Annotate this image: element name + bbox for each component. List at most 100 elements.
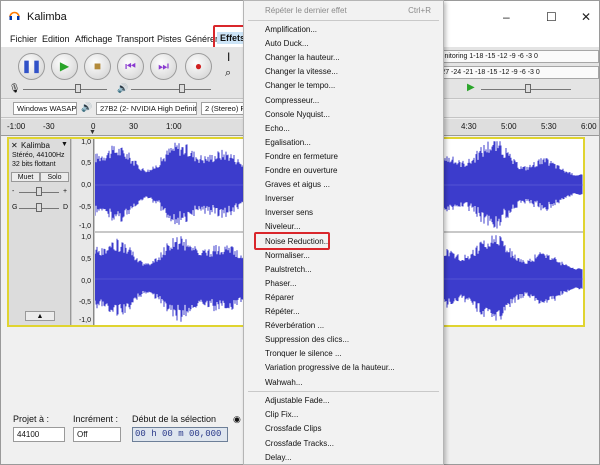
menu-item-normaliser[interactable]: Normaliser... [244,249,443,263]
ruler-label: -30 [43,122,55,131]
pan-left-label: G [12,204,18,211]
menu-item-changer-la-hauteur[interactable]: Changer la hauteur... [244,51,443,65]
menu-affichage[interactable]: Affichage [75,34,112,44]
effects-dropdown-menu: Répéter le dernier effet Ctrl+R Amplific… [243,0,444,465]
menu-item-compresseur[interactable]: Compresseur... [244,94,443,108]
gain-slider[interactable] [36,187,42,196]
ruler-label: 4:30 [461,122,477,131]
menu-repeat-last-label: Répéter le dernier effet [265,6,347,15]
menu-item-fondre-en-ouverture[interactable]: Fondre en ouverture [244,164,443,178]
playhead-marker-icon[interactable]: ▼ [89,129,96,136]
menu-item-phaser[interactable]: Phaser... [244,277,443,291]
y-tick: 1,0 [81,139,91,146]
menu-item-inverser[interactable]: Inverser [244,192,443,206]
selection-start-label: Début de la sélection [132,414,217,424]
microphone-icon: 🎙 [9,83,21,93]
menu-item-delay[interactable]: Delay... [244,451,443,465]
menu-separator [248,391,439,392]
playback-meter[interactable]: -27 -24 -21 -18 -15 -12 -9 -6 -3 0 [436,66,599,79]
gain-plus-icon: + [63,188,68,195]
channels-select[interactable]: 2 (Stereo) Re [201,102,245,115]
maximize-button[interactable]: ☐ [546,10,557,24]
menu-item-echo[interactable]: Echo... [244,122,443,136]
menu-item-amplification[interactable]: Amplification... [244,23,443,37]
audacity-logo-icon [9,11,20,20]
menu-edition[interactable]: Edition [42,34,70,44]
menu-item-reparer[interactable]: Réparer [244,291,443,305]
play-button[interactable]: ▶ [51,53,78,80]
speaker-icon: 🔊 [117,83,129,93]
menu-item-clip-fix[interactable]: Clip Fix... [244,408,443,422]
pan-right-label: D [63,204,69,211]
ruler-label: 5:30 [541,122,557,131]
noise-reduction-highlight-box [254,232,330,250]
mute-button[interactable]: Muet [11,172,40,182]
selection-radio-icon[interactable]: ◉ [233,414,241,425]
menu-item-suppression-des-clics[interactable]: Suppression des clics... [244,333,443,347]
collapse-track-icon[interactable]: ▲ [25,311,55,321]
menu-item-tronquer-le-silence[interactable]: Tronquer le silence ... [244,347,443,361]
menu-separator [248,20,439,21]
menu-item-graves-et-aigus[interactable]: Graves et aigus ... [244,178,443,192]
selection-tool-icon[interactable]: I [227,50,230,64]
track-name[interactable]: Kalimba [21,141,50,150]
y-tick: 0,0 [81,278,91,285]
menu-pistes[interactable]: Pistes [157,34,182,44]
play-volume-slider[interactable] [179,84,185,93]
menu-fichier[interactable]: Fichier [10,34,37,44]
menu-item-variation-progressive-de-la-hauteur[interactable]: Variation progressive de la hauteur... [244,361,443,375]
menu-item-inverser-sens[interactable]: Inverser sens [244,206,443,220]
menu-item-fondre-en-fermeture[interactable]: Fondre en fermeture [244,150,443,164]
selection-start-time[interactable]: 00 h 00 m 00,000 s [132,427,228,442]
pause-button[interactable]: ❚❚ [18,53,45,80]
project-rate-label: Projet à : [13,414,50,424]
record-meter[interactable]: lonitoring 1-18 -15 -12 -9 -6 -3 0 [436,50,599,63]
output-device-select[interactable]: 27B2 (2- NVIDIA High Definiti [96,102,197,115]
audio-host-select[interactable]: Windows WASAPI [13,102,77,115]
skip-end-button[interactable]: ⏭ [150,53,177,80]
menu-item-adjustable-fade[interactable]: Adjustable Fade... [244,394,443,408]
skip-start-icon: ⏮ [125,59,136,73]
ruler-label: 1:00 [166,122,182,131]
menu-item-egalisation[interactable]: Egalisation... [244,136,443,150]
menu-item-changer-la-vitesse[interactable]: Changer la vitesse... [244,65,443,79]
menu-item-console-nyquist[interactable]: Console Nyquist... [244,108,443,122]
menu-item-reverberation[interactable]: Réverbération ... [244,319,443,333]
menu-item-changer-le-tempo[interactable]: Changer le tempo... [244,79,443,93]
stop-icon: ■ [93,59,102,73]
snap-select[interactable]: Off [73,427,121,442]
close-button[interactable]: ✕ [581,10,591,24]
ruler-label: 30 [129,122,138,131]
minimize-button[interactable]: – [503,10,510,24]
y-tick: 1,0 [81,234,91,241]
record-volume-slider[interactable] [75,84,81,93]
menu-item-crossfade-clips[interactable]: Crossfade Clips [244,422,443,436]
record-volume-track [23,89,107,90]
skip-start-button[interactable]: ⏮ [117,53,144,80]
record-icon: ● [194,59,203,73]
menu-item-repeter[interactable]: Répéter... [244,305,443,319]
zoom-tool-icon[interactable]: ⌕ [225,67,231,80]
menu-item-paulstretch[interactable]: Paulstretch... [244,263,443,277]
pan-slider[interactable] [36,203,42,212]
record-button[interactable]: ● [185,53,212,80]
play-speed-slider[interactable] [525,84,531,93]
menu-item-auto-duck[interactable]: Auto Duck... [244,37,443,51]
ruler-label: 6:00 [581,122,597,131]
play-at-speed-icon[interactable]: ▶ [467,82,475,93]
menu-item-wahwah[interactable]: Wahwah... [244,376,443,390]
effets-highlight-box [213,25,247,49]
menu-repeat-last-effect: Répéter le dernier effet Ctrl+R [244,4,443,18]
menu-item-crossfade-tracks[interactable]: Crossfade Tracks... [244,437,443,451]
track-close-icon[interactable]: ✕ [11,141,18,150]
gain-minus-icon: - [12,188,15,195]
track-menu-chevron-icon[interactable]: ▼ [61,141,68,148]
snap-label: Incrément : [73,414,119,424]
skip-end-icon: ⏭ [158,59,169,73]
solo-button[interactable]: Solo [40,172,69,182]
project-rate-select[interactable]: 44100 [13,427,65,442]
menu-transport[interactable]: Transport [116,34,154,44]
window-title: Kalimba [27,11,67,23]
ruler-label: 5:00 [501,122,517,131]
stop-button[interactable]: ■ [84,53,111,80]
